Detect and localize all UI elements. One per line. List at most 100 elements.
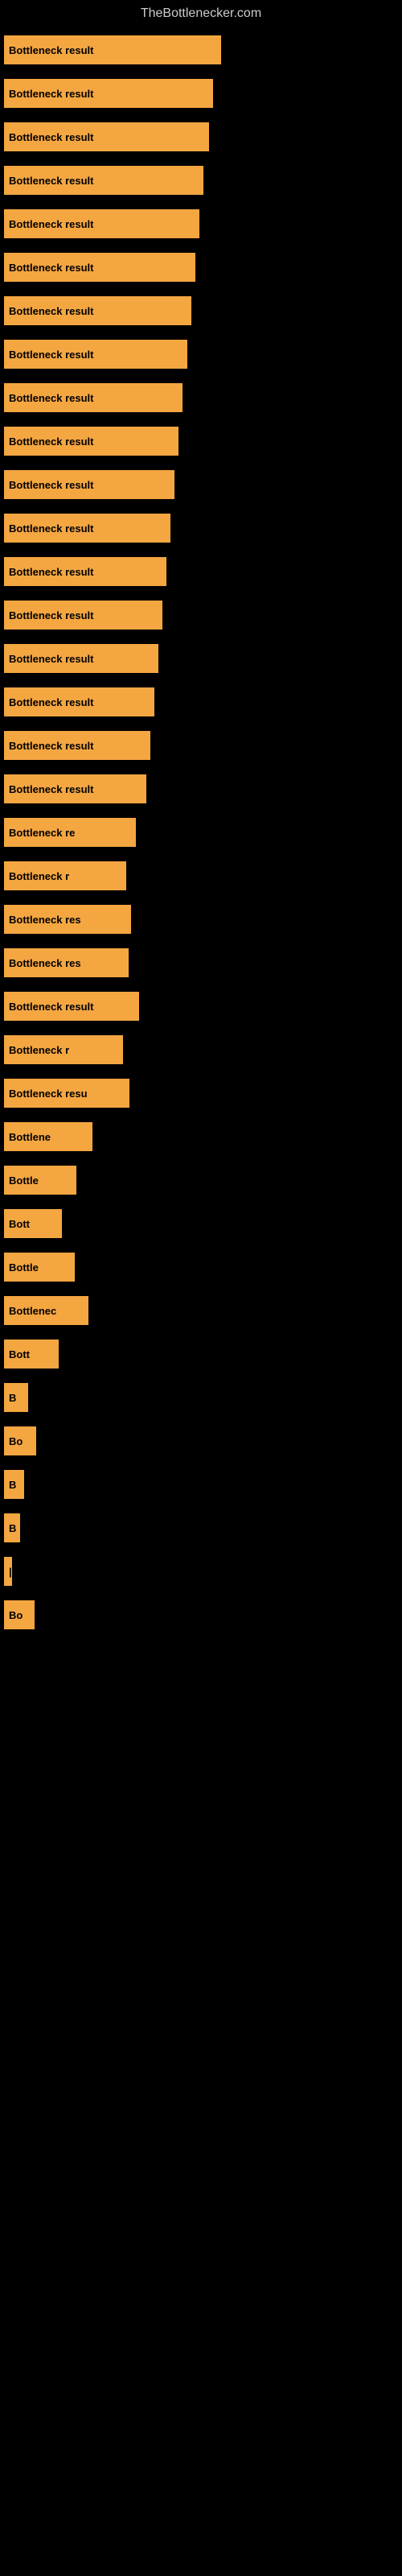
bar-row: Bottleneck res — [0, 905, 402, 934]
bar-11: Bottleneck result — [4, 514, 170, 543]
bar-33: B — [4, 1470, 24, 1499]
site-title: TheBottlenecker.com — [0, 0, 402, 27]
bar-label-9: Bottleneck result — [9, 436, 93, 448]
bar-label-20: Bottleneck res — [9, 914, 81, 926]
bar-label-24: Bottleneck resu — [9, 1088, 88, 1100]
bar-row: Bottleneck result — [0, 35, 402, 64]
bar-row: B — [0, 1383, 402, 1412]
bar-row: Bottleneck result — [0, 79, 402, 108]
bar-16: Bottleneck result — [4, 731, 150, 760]
bar-label-7: Bottleneck result — [9, 349, 93, 361]
bar-row: Bott — [0, 1209, 402, 1238]
bar-label-17: Bottleneck result — [9, 783, 93, 795]
bar-row: Bottleneck result — [0, 687, 402, 716]
bar-17: Bottleneck result — [4, 774, 146, 803]
bar-row: Bottleneck result — [0, 470, 402, 499]
bar-label-34: B — [9, 1522, 16, 1534]
bars-container: Bottleneck result Bottleneck result Bottle… — [0, 27, 402, 1652]
bar-label-15: Bottleneck result — [9, 696, 93, 708]
bar-label-12: Bottleneck result — [9, 566, 93, 578]
bar-row: Bottleneck result — [0, 992, 402, 1021]
bar-label-35: | — [9, 1566, 12, 1578]
bar-row: B — [0, 1513, 402, 1542]
bar-row: Bottleneck result — [0, 253, 402, 282]
bar-row: Bottleneck result — [0, 383, 402, 412]
bar-32: Bo — [4, 1426, 36, 1455]
bar-label-28: Bottle — [9, 1261, 39, 1274]
bar-19: Bottleneck r — [4, 861, 126, 890]
bar-29: Bottlenec — [4, 1296, 88, 1325]
bar-label-25: Bottlene — [9, 1131, 51, 1143]
bar-13: Bottleneck result — [4, 601, 162, 630]
bar-35: | — [4, 1557, 12, 1586]
bar-row: Bottle — [0, 1253, 402, 1282]
bar-label-26: Bottle — [9, 1174, 39, 1187]
bar-label-23: Bottleneck r — [9, 1044, 69, 1056]
bar-row: Bottleneck result — [0, 644, 402, 673]
bar-row: Bottleneck result — [0, 296, 402, 325]
bar-26: Bottle — [4, 1166, 76, 1195]
bar-label-18: Bottleneck re — [9, 827, 75, 839]
bar-label-30: Bott — [9, 1348, 30, 1360]
bar-label-21: Bottleneck res — [9, 957, 81, 969]
bar-row: Bottleneck result — [0, 427, 402, 456]
bar-9: Bottleneck result — [4, 427, 178, 456]
bar-22: Bottleneck result — [4, 992, 139, 1021]
bar-label-32: Bo — [9, 1435, 23, 1447]
bar-label-0: Bottleneck result — [9, 44, 93, 56]
bar-4: Bottleneck result — [4, 209, 199, 238]
bar-label-22: Bottleneck result — [9, 1001, 93, 1013]
bar-row: Bottleneck result — [0, 774, 402, 803]
bar-23: Bottleneck r — [4, 1035, 123, 1064]
bar-label-5: Bottleneck result — [9, 262, 93, 274]
bar-row: | — [0, 1557, 402, 1586]
bar-25: Bottlene — [4, 1122, 92, 1151]
bar-label-19: Bottleneck r — [9, 870, 69, 882]
bar-30: Bott — [4, 1340, 59, 1368]
bar-row: Bottlenec — [0, 1296, 402, 1325]
bar-7: Bottleneck result — [4, 340, 187, 369]
bar-label-33: B — [9, 1479, 16, 1491]
bar-row: Bott — [0, 1340, 402, 1368]
bar-label-4: Bottleneck result — [9, 218, 93, 230]
bar-row: Bottleneck result — [0, 601, 402, 630]
bar-row: Bottleneck r — [0, 861, 402, 890]
bar-34: B — [4, 1513, 20, 1542]
bar-label-13: Bottleneck result — [9, 609, 93, 621]
bar-row: Bottleneck result — [0, 731, 402, 760]
bar-label-27: Bott — [9, 1218, 30, 1230]
bar-label-14: Bottleneck result — [9, 653, 93, 665]
bar-label-1: Bottleneck result — [9, 88, 93, 100]
bar-label-6: Bottleneck result — [9, 305, 93, 317]
bar-row: Bottleneck result — [0, 209, 402, 238]
bar-20: Bottleneck res — [4, 905, 131, 934]
bar-label-8: Bottleneck result — [9, 392, 93, 404]
bar-3: Bottleneck result — [4, 166, 203, 195]
bar-row: Bo — [0, 1600, 402, 1629]
bar-14: Bottleneck result — [4, 644, 158, 673]
bar-label-10: Bottleneck result — [9, 479, 93, 491]
bar-15: Bottleneck result — [4, 687, 154, 716]
bar-label-16: Bottleneck result — [9, 740, 93, 752]
bar-row: Bo — [0, 1426, 402, 1455]
bar-0: Bottleneck result — [4, 35, 221, 64]
bar-12: Bottleneck result — [4, 557, 166, 586]
bar-21: Bottleneck res — [4, 948, 129, 977]
bar-label-3: Bottleneck result — [9, 175, 93, 187]
bar-row: Bottleneck res — [0, 948, 402, 977]
bar-row: Bottleneck result — [0, 340, 402, 369]
bar-label-36: Bo — [9, 1609, 23, 1621]
bar-row: Bottlene — [0, 1122, 402, 1151]
bar-row: Bottleneck re — [0, 818, 402, 847]
bar-row: Bottleneck result — [0, 557, 402, 586]
bar-row: Bottleneck result — [0, 122, 402, 151]
bar-label-31: B — [9, 1392, 16, 1404]
bar-row: Bottleneck resu — [0, 1079, 402, 1108]
bar-row: Bottle — [0, 1166, 402, 1195]
bar-8: Bottleneck result — [4, 383, 183, 412]
bar-label-29: Bottlenec — [9, 1305, 56, 1317]
bar-row: Bottleneck result — [0, 514, 402, 543]
bar-10: Bottleneck result — [4, 470, 174, 499]
bar-6: Bottleneck result — [4, 296, 191, 325]
bar-18: Bottleneck re — [4, 818, 136, 847]
